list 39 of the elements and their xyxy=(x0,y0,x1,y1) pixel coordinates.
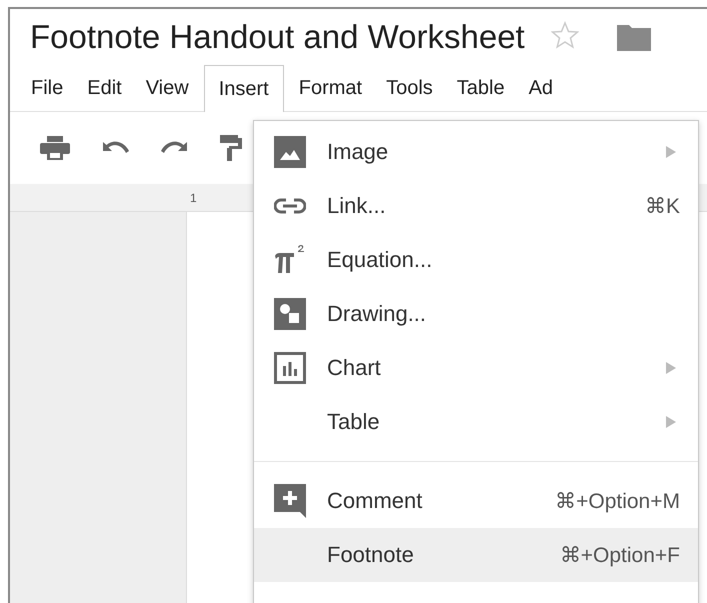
chart-icon xyxy=(274,352,306,384)
document-title[interactable]: Footnote Handout and Worksheet xyxy=(30,18,525,56)
menu-item[interactable]: View xyxy=(136,65,198,111)
shortcut-label: ⌘+Option+M xyxy=(555,488,680,514)
menu-item[interactable]: Drawing... xyxy=(254,287,698,341)
menu-item[interactable]: Link... ⌘K xyxy=(254,179,698,233)
menu-item[interactable]: Insert xyxy=(204,65,284,112)
menu-item[interactable]: Table xyxy=(254,395,698,449)
menu-label: Footnote xyxy=(327,542,415,568)
image-icon xyxy=(274,136,306,168)
menu-item[interactable]: Edit xyxy=(78,65,131,111)
folder-icon[interactable] xyxy=(616,23,651,51)
ruler-mark: 1 xyxy=(190,190,197,204)
menu-item[interactable]: Format xyxy=(290,65,372,111)
menu-label: Table xyxy=(327,409,381,435)
shortcut-label: ⌘+Option+F xyxy=(560,542,680,568)
print-icon[interactable] xyxy=(40,136,70,160)
menu-item[interactable]: Table xyxy=(448,65,514,111)
menu-item[interactable]: Ad xyxy=(520,65,562,111)
comment-icon xyxy=(274,484,306,518)
menu-item[interactable]: File xyxy=(22,65,72,111)
menu-item[interactable]: Image xyxy=(254,125,698,179)
star-icon[interactable] xyxy=(550,20,579,48)
menu-item[interactable]: Chart xyxy=(254,341,698,395)
menu-label: Image xyxy=(327,139,390,165)
menu-item[interactable]: Tools xyxy=(377,65,442,111)
menu-label: Comment xyxy=(327,488,424,514)
menu-item[interactable]: Footnote ⌘+Option+F xyxy=(254,528,698,582)
menu-label: Link... xyxy=(327,193,387,219)
pi-squared-icon xyxy=(274,245,306,275)
shortcut-label: ⌘K xyxy=(644,194,680,218)
menu-item[interactable]: Comment ⌘+Option+M xyxy=(254,474,698,528)
link-icon xyxy=(274,198,306,214)
menu-label: Chart xyxy=(327,355,382,381)
drawing-icon xyxy=(274,298,306,330)
paint-format-icon[interactable] xyxy=(220,135,242,161)
menu-label: Drawing... xyxy=(327,301,428,327)
menu-item[interactable]: Equation... xyxy=(254,233,698,287)
menu-label: Equation... xyxy=(327,247,434,273)
